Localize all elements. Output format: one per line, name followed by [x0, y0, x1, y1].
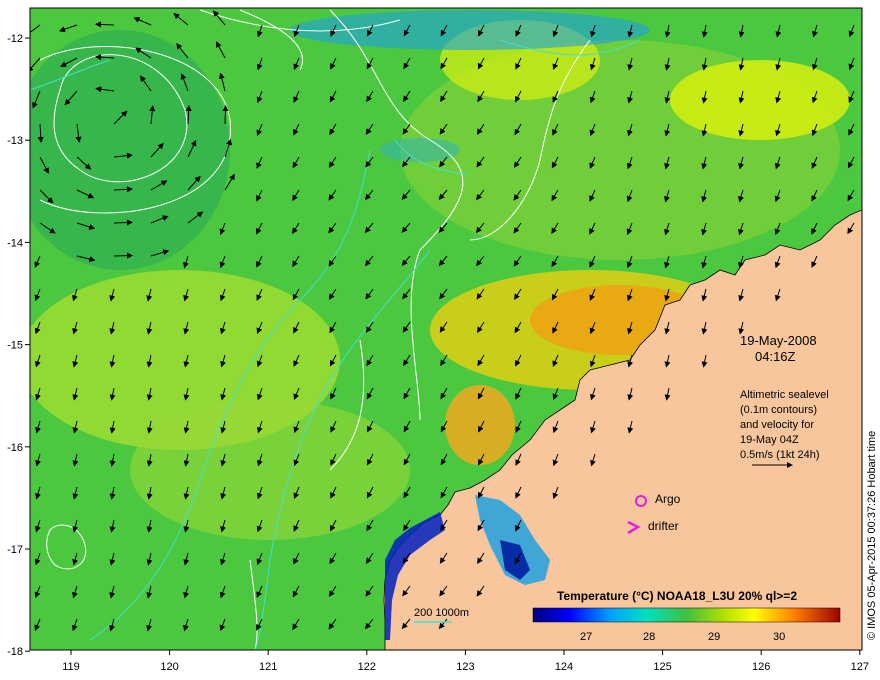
y-tick-label: -13	[7, 135, 23, 147]
sst-field	[30, 8, 862, 650]
x-axis: 119 120 121 122 123 124 125 126 127	[62, 650, 869, 673]
altimetry-line: 0.5m/s (1kt 24h)	[740, 449, 819, 461]
x-tick-label: 127	[851, 661, 869, 673]
altimetry-line: 19-May 04Z	[740, 434, 799, 446]
colorbar-tick: 30	[773, 631, 785, 643]
colorbar-tick: 27	[580, 631, 592, 643]
altimetry-line: Altimetric sealevel	[740, 389, 829, 401]
x-tick-label: 122	[358, 661, 376, 673]
y-axis: -12 -13 -14 -15 -16 -17 -18	[7, 33, 30, 658]
depth-legend-label: 200 1000m	[414, 607, 469, 619]
x-tick-label: 119	[62, 661, 80, 673]
argo-label: Argo	[655, 492, 681, 506]
colorbar	[532, 607, 841, 623]
time-label: 04:16Z	[755, 349, 796, 364]
colorbar-tick: 28	[643, 631, 655, 643]
y-tick-label: -15	[7, 340, 23, 352]
velocity-arrow	[113, 219, 133, 226]
x-tick-label: 126	[752, 661, 770, 673]
y-tick-label: -12	[7, 33, 23, 45]
altimetry-line: (0.1m contours)	[740, 404, 817, 416]
y-tick-label: -17	[7, 544, 23, 556]
x-tick-label: 120	[160, 661, 178, 673]
altimetry-line: and velocity for	[740, 419, 814, 431]
velocity-arrow	[113, 252, 133, 259]
x-tick-label: 124	[555, 661, 573, 673]
x-tick-label: 125	[653, 661, 671, 673]
y-tick-label: -14	[7, 237, 23, 249]
x-tick-label: 121	[259, 661, 277, 673]
sst-map: 119 120 121 122 123 124 125 126 127 -12 -13 -14 -15…	[7, 7, 869, 673]
colorbar-tick: 29	[708, 631, 720, 643]
velocity-arrow	[222, 105, 229, 125]
drifter-label: drifter	[648, 519, 679, 533]
date-label: 19-May-2008	[740, 333, 817, 348]
colorbar-title: Temperature (°C) NOAA18_L3U 20% ql>=2	[557, 589, 797, 603]
x-tick-label: 123	[456, 661, 474, 673]
credit-text: © IMOS 05-Apr-2015 00:37:26 Hobart time	[866, 430, 878, 640]
y-tick-label: -16	[7, 442, 23, 454]
y-tick-label: -18	[7, 646, 23, 658]
